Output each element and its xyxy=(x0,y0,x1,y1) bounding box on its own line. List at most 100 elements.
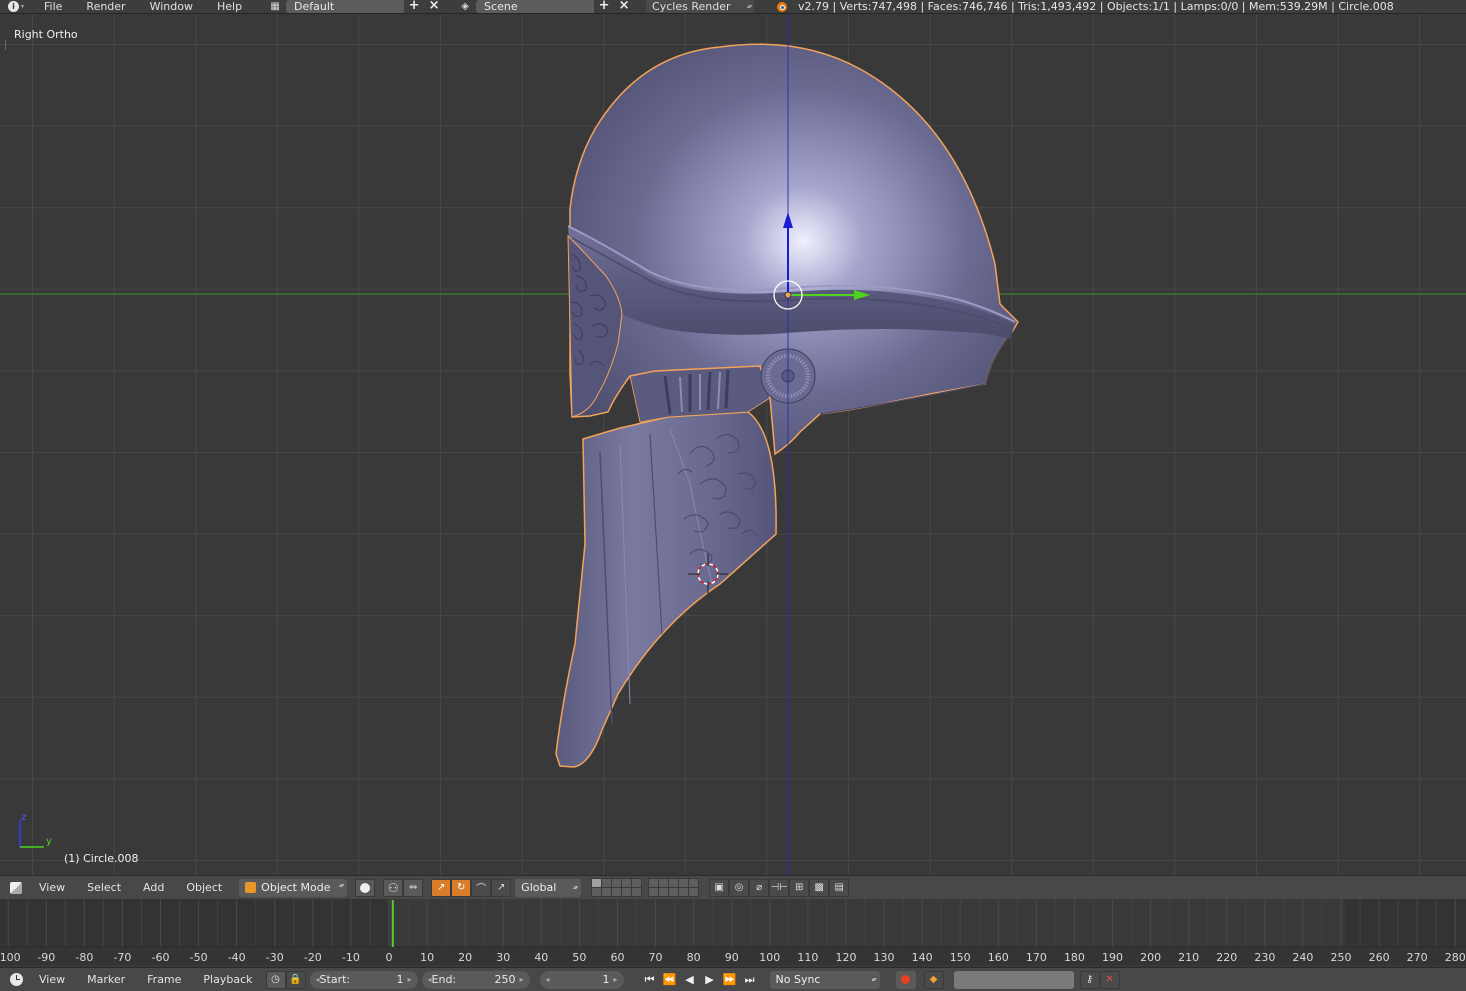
jump-to-prev-keyframe-icon[interactable]: ⏪ xyxy=(660,971,680,989)
editor-type-button[interactable] xyxy=(4,971,28,989)
auto-keyframe-button[interactable] xyxy=(895,970,916,989)
jump-to-start-icon[interactable]: ⏮ xyxy=(640,971,660,989)
timeline-ruler-label: 140 xyxy=(912,951,933,964)
solid-shading-icon xyxy=(360,882,371,893)
scene-name[interactable]: Scene xyxy=(476,0,595,13)
timeline-clock-icon xyxy=(9,973,23,986)
keying-set-field[interactable] xyxy=(953,970,1074,989)
timeline-ruler-label: -40 xyxy=(228,951,246,964)
scale-manipulator-button[interactable]: ⌒ xyxy=(471,878,492,897)
toolshelf-toggle[interactable] xyxy=(0,40,6,50)
current-frame-field[interactable]: ◂ 1 ▸ xyxy=(539,970,624,989)
render-camera-icon[interactable]: ▩ xyxy=(809,878,830,897)
start-frame-field[interactable]: ◂ Start: 1 ▸ xyxy=(309,970,418,989)
menu-view[interactable]: View xyxy=(28,881,76,894)
play-icon[interactable]: ▶ xyxy=(700,971,720,989)
menu-file[interactable]: File xyxy=(32,0,74,13)
decrement-arrow-icon[interactable]: ◂ xyxy=(546,975,550,984)
screen-layout-selector[interactable]: ▦ Default + × xyxy=(264,0,444,13)
menu-select[interactable]: Select xyxy=(76,881,132,894)
timeline-ruler-label: -100 xyxy=(0,951,21,964)
axis-y-label: y xyxy=(46,836,52,847)
menu-render[interactable]: Render xyxy=(74,0,137,13)
menu-marker[interactable]: Marker xyxy=(76,973,136,986)
menu-window[interactable]: Window xyxy=(138,0,205,13)
scene-statistics: v2.79 | Verts:747,498 | Faces:746,746 | … xyxy=(798,0,1394,13)
timeline-ruler-label: 130 xyxy=(874,951,895,964)
jump-to-end-icon[interactable]: ⏭ xyxy=(740,971,760,989)
insert-keyframe-icon[interactable]: ⚷ xyxy=(1079,970,1100,989)
viewport-shading-button[interactable] xyxy=(355,878,376,897)
timeline-ruler-label: 230 xyxy=(1254,951,1275,964)
helmet-mesh[interactable] xyxy=(555,43,1019,768)
scene-layers[interactable] xyxy=(591,878,705,897)
delete-keyframe-icon[interactable]: ✕ xyxy=(1099,970,1120,989)
add-icon[interactable]: + xyxy=(404,0,424,13)
snap-toggle-icon[interactable]: ⌀ xyxy=(749,878,770,897)
play-reverse-icon[interactable]: ◀ xyxy=(680,971,700,989)
timeline-ruler-label: -20 xyxy=(304,951,322,964)
end-frame-field[interactable]: ◂ End: 250 ▸ xyxy=(421,970,530,989)
timeline-ruler-label: 200 xyxy=(1140,951,1161,964)
viewport-scene[interactable]: z y xyxy=(0,14,1466,875)
render-engine-dropdown[interactable]: Cycles Render xyxy=(646,0,755,13)
manipulator-axis-button[interactable]: ↗ xyxy=(491,878,512,897)
sync-mode-dropdown[interactable]: No Sync xyxy=(769,970,880,989)
pivot-point-button[interactable]: ⚇ xyxy=(383,878,404,897)
preview-range-button[interactable]: ◷ xyxy=(265,970,286,989)
menu-add[interactable]: Add xyxy=(132,881,175,894)
scene-selector[interactable]: ◈ Scene + × xyxy=(454,0,634,13)
snap-element-icon[interactable]: ⊣⊢ xyxy=(769,878,790,897)
menu-frame[interactable]: Frame xyxy=(136,973,192,986)
mode-dropdown[interactable]: Object Mode xyxy=(239,878,348,897)
screen-layout-name[interactable]: Default xyxy=(286,0,405,13)
transform-orientation-dropdown[interactable]: Global xyxy=(515,878,582,897)
menu-object[interactable]: Object xyxy=(175,881,233,894)
editor-type-button[interactable] xyxy=(4,879,28,897)
timeline-ruler-label: 260 xyxy=(1369,951,1390,964)
axis-z-label: z xyxy=(21,812,26,823)
proportional-edit-icon[interactable]: ◎ xyxy=(729,878,750,897)
3d-view-header: View Select Add Object Object Mode ⚇ ⇔ ↗… xyxy=(0,875,1466,899)
3d-view-icon xyxy=(10,881,22,894)
timeline-ruler-label: 80 xyxy=(687,951,701,964)
render-anim-icon[interactable]: ▤ xyxy=(829,878,850,897)
lock-range-icon[interactable]: 🔒 xyxy=(285,970,306,989)
blender-logo-icon xyxy=(774,1,788,13)
timeline-editor[interactable]: -100-90-80-70-60-50-40-30-20-10010203040… xyxy=(0,899,1466,965)
menu-playback[interactable]: Playback xyxy=(192,973,263,986)
timeline-ruler-label: 210 xyxy=(1178,951,1199,964)
increment-arrow-icon[interactable]: ▸ xyxy=(614,975,618,984)
timeline-ruler-label: 110 xyxy=(797,951,818,964)
timeline-preroll-area xyxy=(0,899,389,947)
close-icon[interactable]: × xyxy=(424,0,444,13)
timeline-ruler-label: -70 xyxy=(113,951,131,964)
current-frame-value: 1 xyxy=(602,973,610,986)
timeline-ruler-label: 40 xyxy=(534,951,548,964)
snap-target-icon[interactable]: ⊞ xyxy=(789,878,810,897)
menu-view[interactable]: View xyxy=(28,973,76,986)
increment-arrow-icon[interactable]: ▸ xyxy=(520,975,524,984)
add-icon[interactable]: + xyxy=(594,0,614,13)
timeline-postroll-area xyxy=(1345,899,1466,947)
dropdown-arrow-icon: ▾ xyxy=(20,2,24,10)
manipulator-toggle[interactable]: ⇔ xyxy=(403,878,424,897)
rotate-manipulator-button[interactable]: ↻ xyxy=(451,878,472,897)
increment-arrow-icon[interactable]: ▸ xyxy=(408,975,412,984)
jump-to-next-keyframe-icon[interactable]: ⏩ xyxy=(720,971,740,989)
editor-type-button[interactable]: i ▾ xyxy=(0,0,32,13)
end-frame-value: 250 xyxy=(494,973,516,986)
info-header: i ▾ File Render Window Help ▦ Default + ×… xyxy=(0,0,1466,14)
keying-set-icon[interactable]: ◆ xyxy=(923,970,944,989)
layer-lock-icon[interactable]: ▣ xyxy=(709,878,730,897)
layer-block-2[interactable] xyxy=(648,878,700,897)
cheek-guard[interactable] xyxy=(555,411,777,768)
timeline-canvas[interactable]: -100-90-80-70-60-50-40-30-20-10010203040… xyxy=(0,899,1466,965)
translate-manipulator-button[interactable]: ↗ xyxy=(431,878,452,897)
menu-help[interactable]: Help xyxy=(205,0,254,13)
3d-viewport[interactable]: z y Right Ortho (1) Circle.008 xyxy=(0,14,1466,875)
close-icon[interactable]: × xyxy=(614,0,634,13)
timeline-ruler-label: 90 xyxy=(725,951,739,964)
active-object-label: (1) Circle.008 xyxy=(64,852,139,865)
layer-block-1[interactable] xyxy=(591,878,643,897)
